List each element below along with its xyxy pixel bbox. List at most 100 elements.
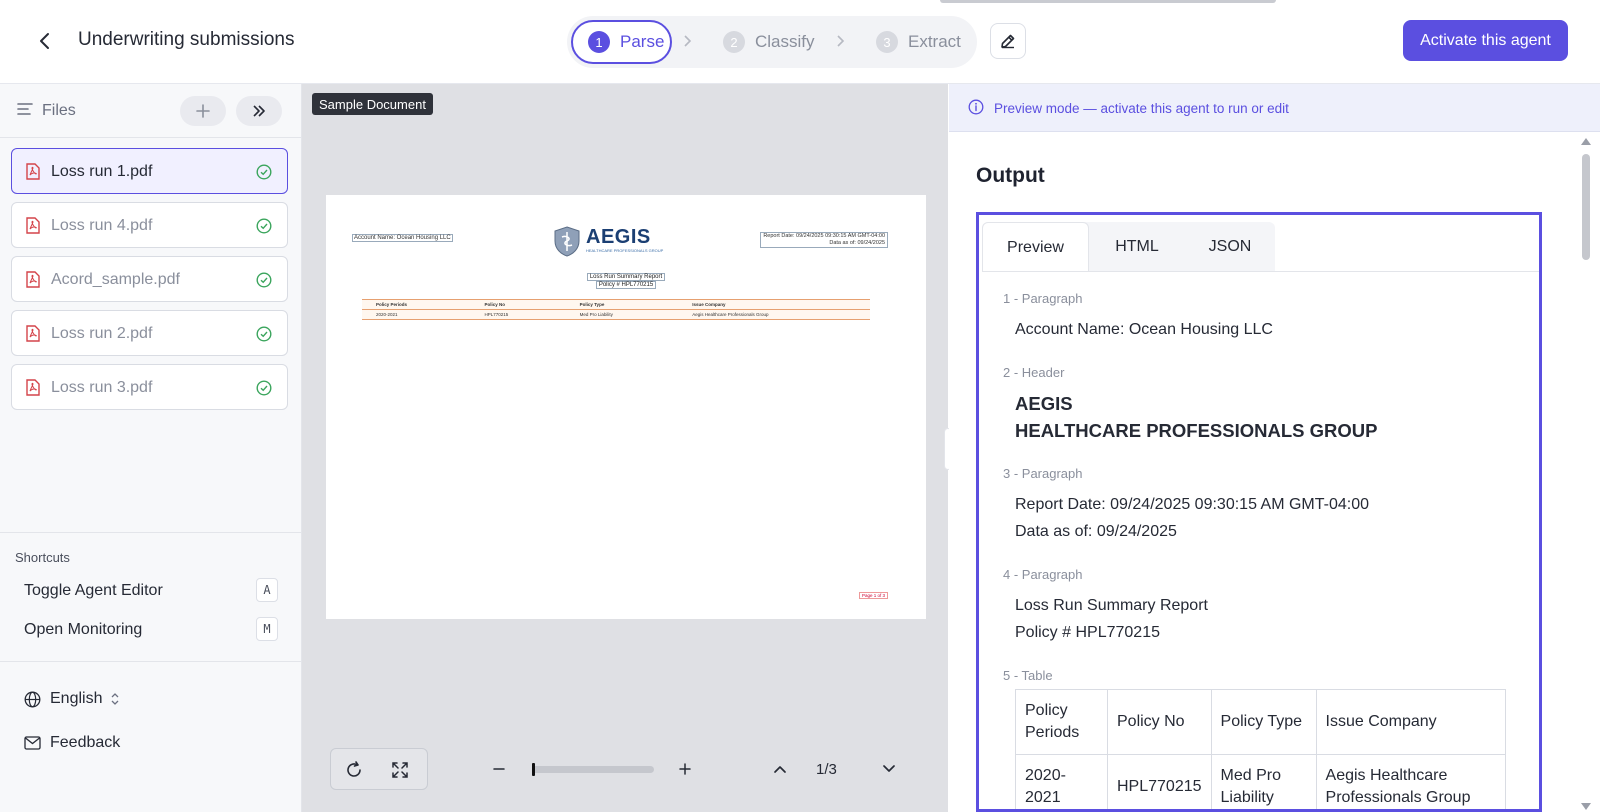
block-line: Account Name: Ocean Housing LLC bbox=[1015, 321, 1273, 338]
tab-json[interactable]: JSON bbox=[1185, 222, 1275, 272]
plus-icon bbox=[679, 763, 691, 775]
file-name: Loss run 1.pdf bbox=[51, 163, 153, 180]
page-report-date: Report Date: 09/24/2025 09:30:15 AM GMT-… bbox=[760, 232, 888, 248]
add-file-button[interactable] bbox=[180, 96, 226, 126]
scrollbar-thumb[interactable] bbox=[1582, 154, 1590, 260]
file-item[interactable]: Loss run 2.pdf bbox=[11, 310, 288, 356]
step-number: 3 bbox=[876, 31, 898, 53]
block-label: 3 - Paragraph bbox=[1003, 466, 1083, 481]
page-table-cell: Policy Type bbox=[565, 299, 679, 310]
report-title-text: Loss Run Summary Report bbox=[586, 273, 666, 281]
pdf-file-icon bbox=[26, 325, 40, 342]
tab-preview[interactable]: Preview bbox=[982, 222, 1089, 272]
page-table-cell: Med Pro Liability bbox=[565, 309, 679, 320]
parsed-block: 1 - Paragraph Account Name: Ocean Housin… bbox=[1003, 291, 1523, 343]
shortcut-key: M bbox=[256, 617, 278, 641]
parsed-blocks: 1 - Paragraph Account Name: Ocean Housin… bbox=[1003, 291, 1523, 809]
zoom-in-button[interactable] bbox=[674, 758, 696, 780]
page-footer: Page 1 of 3 bbox=[858, 592, 888, 599]
list-icon bbox=[17, 103, 33, 115]
feedback-link[interactable]: Feedback bbox=[24, 732, 120, 754]
parsed-table: Policy Periods Policy No Policy Type Iss… bbox=[1015, 689, 1507, 809]
zoom-slider[interactable] bbox=[532, 763, 654, 776]
table-cell: Med Pro Liability bbox=[1210, 754, 1317, 809]
check-circle-icon bbox=[256, 380, 272, 396]
double-chevron-right-icon bbox=[253, 105, 265, 117]
plus-icon bbox=[196, 104, 210, 118]
block-line: Report Date: 09/24/2025 09:30:15 AM GMT-… bbox=[1015, 496, 1369, 513]
block-label: 1 - Paragraph bbox=[1003, 291, 1083, 306]
table-cell: 2020-2021 bbox=[1015, 754, 1108, 809]
zoom-slider-thumb[interactable] bbox=[532, 763, 535, 776]
document-page: Account Name: Ocean Housing LLC AEGIS HE… bbox=[326, 195, 926, 619]
step-label: Extract bbox=[908, 32, 961, 51]
file-item[interactable]: Loss run 3.pdf bbox=[11, 364, 288, 410]
files-header: Files bbox=[0, 84, 301, 138]
page-table-cell: HPL770215 bbox=[470, 309, 566, 320]
file-name: Acord_sample.pdf bbox=[51, 271, 180, 288]
block-body: Account Name: Ocean Housing LLC bbox=[1003, 316, 1523, 343]
expand-sidebar-button[interactable] bbox=[236, 96, 282, 126]
page-table: Policy Periods Policy No Policy Type Iss… bbox=[362, 299, 870, 320]
chevron-right-icon bbox=[684, 35, 692, 47]
file-name: Loss run 3.pdf bbox=[51, 379, 153, 396]
report-policy-text: Policy # HPL770215 bbox=[595, 281, 657, 289]
shortcut-open-monitoring[interactable]: Open Monitoring M bbox=[24, 617, 278, 643]
shortcut-label: Toggle Agent Editor bbox=[24, 582, 163, 599]
step-classify[interactable]: 2 Classify bbox=[723, 20, 815, 64]
language-selector[interactable]: English bbox=[24, 688, 120, 710]
tab-html[interactable]: HTML bbox=[1089, 222, 1185, 272]
block-label: 2 - Header bbox=[1003, 365, 1065, 380]
step-label: Classify bbox=[755, 32, 815, 51]
top-bar: Underwriting submissions 1 Parse 2 Class… bbox=[0, 0, 1600, 84]
file-item[interactable]: Loss run 4.pdf bbox=[11, 202, 288, 248]
scroll-up-arrow-icon[interactable] bbox=[1581, 138, 1591, 145]
step-parse[interactable]: 1 Parse bbox=[571, 20, 672, 64]
logo-subtitle: HEALTHCARE PROFESSIONALS GROUP bbox=[586, 248, 664, 253]
globe-icon bbox=[24, 691, 41, 707]
block-line: Data as of: 09/24/2025 bbox=[1015, 523, 1177, 540]
chevron-right-icon bbox=[837, 35, 845, 47]
check-circle-icon bbox=[256, 164, 272, 180]
table-row: 2020-2021 HPL770215 Med Pro Liability Ae… bbox=[1015, 754, 1507, 809]
parsed-block: 3 - Paragraph Report Date: 09/24/2025 09… bbox=[1003, 466, 1523, 545]
shortcut-toggle-agent-editor[interactable]: Toggle Agent Editor A bbox=[24, 578, 278, 604]
block-line: HEALTHCARE PROFESSIONALS GROUP bbox=[1015, 420, 1378, 441]
step-extract[interactable]: 3 Extract bbox=[876, 20, 961, 64]
table-cell: Aegis Healthcare Professionals Group bbox=[1315, 754, 1507, 809]
page-table-cell: 2020-2021 bbox=[362, 309, 471, 320]
step-label: Parse bbox=[620, 32, 665, 51]
scroll-down-arrow-icon[interactable] bbox=[1581, 803, 1591, 810]
fullscreen-button[interactable] bbox=[389, 759, 411, 781]
output-content-box: Preview HTML JSON 1 - Paragraph Account … bbox=[976, 212, 1542, 812]
file-name: Loss run 4.pdf bbox=[51, 217, 153, 234]
block-body: Report Date: 09/24/2025 09:30:15 AM GMT-… bbox=[1003, 491, 1523, 545]
zoom-out-button[interactable] bbox=[488, 758, 510, 780]
previous-page-button[interactable] bbox=[769, 758, 791, 780]
aegis-logo: AEGIS HEALTHCARE PROFESSIONALS GROUP bbox=[552, 225, 663, 257]
next-page-button[interactable] bbox=[878, 758, 900, 780]
block-label: 4 - Paragraph bbox=[1003, 567, 1083, 582]
output-scrollbar[interactable] bbox=[1578, 136, 1594, 812]
info-icon bbox=[968, 99, 984, 115]
rotate-button[interactable] bbox=[343, 759, 365, 781]
activate-agent-button[interactable]: Activate this agent bbox=[1403, 20, 1568, 61]
file-item[interactable]: Acord_sample.pdf bbox=[11, 256, 288, 302]
page-report-title: Loss Run Summary Report Policy # HPL7702… bbox=[326, 273, 926, 289]
table-header-cell: Issue Company bbox=[1315, 689, 1507, 755]
edit-button[interactable] bbox=[990, 23, 1026, 59]
step-number: 2 bbox=[723, 31, 745, 53]
step-number: 1 bbox=[588, 31, 610, 53]
block-line: Loss Run Summary Report bbox=[1015, 597, 1208, 614]
table-cell: HPL770215 bbox=[1107, 754, 1212, 809]
shortcuts-section: Shortcuts Toggle Agent Editor A Open Mon… bbox=[0, 532, 301, 662]
block-line: Policy # HPL770215 bbox=[1015, 624, 1160, 641]
files-label: Files bbox=[42, 102, 76, 119]
page-table-cell: Policy No bbox=[470, 299, 566, 310]
table-header-cell: Policy Type bbox=[1210, 689, 1317, 755]
chevron-left-icon bbox=[40, 33, 49, 49]
file-item[interactable]: Loss run 1.pdf bbox=[11, 148, 288, 194]
parsed-block: 5 - Table Policy Periods Policy No Polic… bbox=[1003, 668, 1523, 809]
sample-document-tag: Sample Document bbox=[312, 93, 433, 115]
back-button[interactable] bbox=[30, 26, 60, 56]
